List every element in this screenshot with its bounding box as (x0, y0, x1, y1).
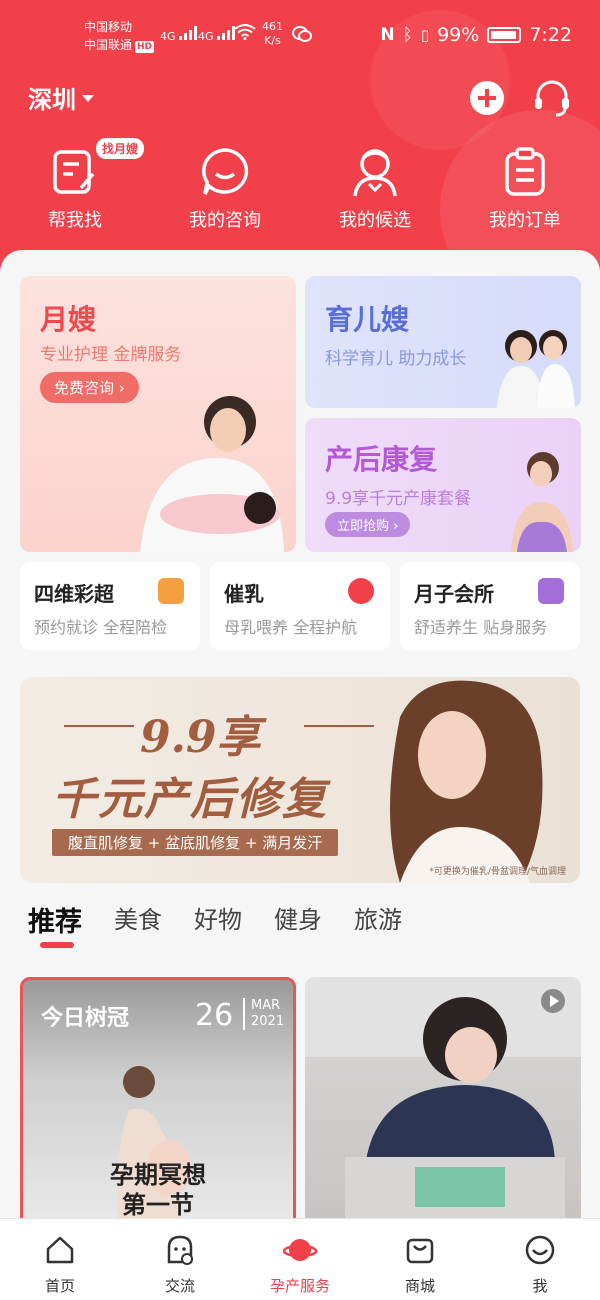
caret-down-icon (82, 95, 94, 102)
mini-title: 四维彩超 (34, 582, 114, 606)
nav-me[interactable]: 我 (480, 1233, 600, 1296)
mini-title: 月子会所 (414, 582, 494, 606)
card-title: 产后康复 (325, 443, 438, 476)
header: 中国移动 中国联通 HD 4G 4G 461 K/s N ᛒ ▯ 99% 7:22 (0, 0, 600, 290)
milk-drop-icon (348, 578, 374, 604)
network-speed: 461 K/s (262, 20, 283, 47)
shopping-bag-icon (406, 1238, 434, 1264)
battery-icon (487, 27, 522, 43)
buy-now-button[interactable]: 立即抢购 › (325, 512, 411, 537)
feed-day: 26 (195, 998, 234, 1033)
top-bar: 深圳 (0, 78, 600, 118)
banner-line1: 9.9享 (140, 712, 261, 763)
battery-percent: 99% (437, 24, 480, 46)
smiling-woman-photo (390, 680, 543, 883)
headset-icon (535, 80, 569, 117)
city-name: 深圳 (28, 86, 76, 114)
feed-month-year: MAR 2021 (243, 998, 284, 1030)
ultrasound-icon (158, 578, 184, 604)
edit-form-icon (47, 144, 103, 200)
quick-help-find[interactable]: 找月嫂 帮我找 (10, 138, 145, 232)
carrier-info: 中国移动 中国联通 HD (84, 18, 155, 54)
card-subtitle: 科学育儿 助力成长 (325, 349, 467, 369)
nav-maternity-service[interactable]: 孕产服务 (240, 1233, 360, 1296)
add-button[interactable] (470, 81, 504, 115)
tab-travel[interactable]: 旅游 (354, 900, 402, 950)
mini-title: 催乳 (224, 582, 264, 606)
planet-icon (282, 1239, 318, 1261)
banner-line2: 千元产后修复 (52, 774, 328, 825)
customer-service-button[interactable] (530, 78, 574, 118)
quick-my-candidates[interactable]: 我的候选 (310, 144, 440, 232)
mini-card-lactation[interactable]: 催乳 母乳喂养 全程护航 (210, 562, 390, 650)
wifi-icon (234, 24, 256, 43)
city-selector[interactable]: 深圳 (28, 80, 94, 115)
nav-community[interactable]: 交流 (120, 1233, 240, 1296)
card-yuersao[interactable]: 育儿嫂 科学育儿 助力成长 (305, 276, 581, 408)
mini-subtitle: 母乳喂养 全程护航 (224, 618, 358, 637)
card-subtitle: 专业护理 金牌服务 (40, 345, 182, 365)
nav-home[interactable]: 首页 (0, 1233, 120, 1296)
tab-food[interactable]: 美食 (114, 900, 162, 950)
carrier-1: 中国移动 (84, 20, 133, 34)
mini-subtitle: 舒适养生 贴身服务 (414, 618, 548, 637)
nav-mall[interactable]: 商城 (360, 1233, 480, 1296)
order-clipboard-icon (497, 144, 553, 200)
promo-banner[interactable]: 9.9享 千元产后修复 腹直肌修复 + 盆底肌修复 + 满月发汗 *可更换为催乳… (20, 677, 580, 883)
quick-label: 我的订单 (489, 210, 561, 231)
mother-baby-photo (140, 396, 284, 552)
card-postpartum[interactable]: 产后康复 9.9享千元产康套餐 立即抢购 › (305, 418, 581, 552)
card-yuesao[interactable]: 月嫂 专业护理 金牌服务 免费咨询 › (20, 276, 296, 552)
nanny-person-icon (347, 144, 403, 200)
mini-card-confinement-club[interactable]: 月子会所 舒适养生 贴身服务 (400, 562, 580, 650)
mini-card-4d-ultrasound[interactable]: 四维彩超 预约就诊 全程陪检 (20, 562, 200, 650)
tab-goods[interactable]: 好物 (194, 900, 242, 950)
quick-label: 我的候选 (339, 210, 411, 231)
child-playing-photo (305, 977, 581, 1227)
nanny-child-photo (497, 330, 575, 408)
carrier-2: 中国联通 (84, 38, 133, 52)
clock: 7:22 (529, 24, 572, 46)
feed-title: 今日树冠 (41, 1006, 130, 1031)
card-subtitle: 9.9享千元产康套餐 (325, 489, 472, 509)
card-title: 育儿嫂 (325, 303, 410, 336)
quick-label: 帮我找 (48, 210, 102, 231)
card-title: 月嫂 (40, 303, 97, 336)
status-bar: 中国移动 中国联通 HD 4G 4G 461 K/s N ᛒ ▯ 99% 7:22 (0, 14, 600, 62)
play-icon[interactable] (541, 989, 565, 1013)
home-icon (46, 1236, 74, 1264)
heart-house-icon (538, 578, 564, 604)
content-tabs: 推荐 美食 好物 健身 旅游 (28, 900, 402, 950)
mini-subtitle: 预约就诊 全程陪检 (34, 618, 168, 637)
nfc-icon: N (380, 25, 395, 45)
fitness-woman-photo (511, 452, 573, 552)
vibrate-icon: ▯ (420, 26, 430, 44)
status-right: N ᛒ ▯ 99% 7:22 (380, 24, 572, 46)
bottom-nav: 首页 交流 孕产服务 商城 我 (0, 1218, 600, 1300)
quick-my-orders[interactable]: 我的订单 (460, 144, 590, 232)
wechat-icon (292, 26, 312, 45)
chat-bubble-icon (197, 144, 253, 200)
community-icon (167, 1235, 193, 1265)
banner-note: *可更换为催乳/骨盆调理/气血调理 (429, 867, 566, 877)
signal-icon: 4G (198, 26, 236, 43)
find-nanny-tag: 找月嫂 (96, 138, 145, 159)
tab-fitness[interactable]: 健身 (274, 900, 322, 950)
quick-my-consult[interactable]: 我的咨询 (160, 144, 290, 232)
tab-recommend[interactable]: 推荐 (28, 900, 82, 950)
feed-card-meditation[interactable]: 今日树冠 26 MAR 2021 孕期冥想 第一节 (20, 977, 296, 1227)
feed-card-video[interactable] (305, 977, 581, 1227)
banner-line3: 腹直肌修复 + 盆底肌修复 + 满月发汗 (52, 829, 339, 856)
feed-caption: 孕期冥想 第一节 (110, 1161, 206, 1219)
banner-decoration (64, 725, 134, 727)
hd-badge: HD (135, 41, 155, 53)
signal-icon: 4G (160, 26, 198, 43)
smiley-face-icon (525, 1235, 555, 1265)
bluetooth-icon: ᛒ (402, 25, 413, 45)
quick-label: 我的咨询 (189, 210, 261, 231)
